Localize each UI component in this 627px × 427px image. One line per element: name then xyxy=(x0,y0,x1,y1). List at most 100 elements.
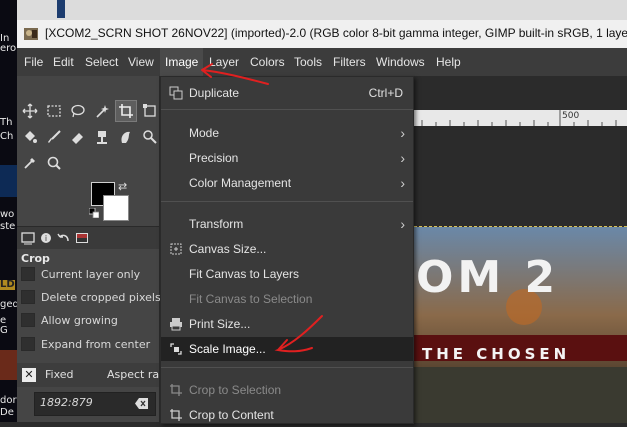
ruler-ticks xyxy=(421,110,617,126)
submenu-arrow-icon: › xyxy=(400,125,405,141)
allow-growing-label: Allow growing xyxy=(41,314,118,327)
menu-select[interactable]: Select xyxy=(80,48,123,76)
expand-from-center-checkbox[interactable]: Expand from center xyxy=(21,336,150,354)
allow-growing-checkbox[interactable]: Allow growing xyxy=(21,312,118,330)
color-picker-tool-icon[interactable] xyxy=(19,152,41,174)
desktop-text: e G xyxy=(0,315,8,336)
gimp-app-icon xyxy=(24,28,38,40)
menu-item-precision[interactable]: Precision › xyxy=(161,146,413,170)
tool-options-title: Crop xyxy=(21,252,50,265)
lasso-tool-icon[interactable] xyxy=(67,100,89,122)
menu-file[interactable]: File xyxy=(19,48,48,76)
desktop-edge: In ero Th Ch wo ste LD ged e G dor De xyxy=(0,0,17,422)
images-tab-icon[interactable] xyxy=(74,231,90,245)
rect-select-tool-icon[interactable] xyxy=(43,100,65,122)
eraser-tool-icon[interactable] xyxy=(67,126,89,148)
fixed-aspect-row: ✕ Fixed Aspect ra xyxy=(17,363,159,387)
menu-item-print-size[interactable]: Print Size... xyxy=(161,312,413,336)
title-bar[interactable]: [XCOM2_SCRN SHOT 26NOV22] (imported)-2.0… xyxy=(17,20,627,48)
desktop-text: ged xyxy=(0,299,17,310)
device-status-tab-icon[interactable]: i xyxy=(38,231,54,245)
background-color-swatch[interactable] xyxy=(103,195,129,221)
fuzzy-select-tool-icon[interactable] xyxy=(91,100,113,122)
svg-text:i: i xyxy=(45,234,47,243)
menu-tools[interactable]: Tools xyxy=(289,48,327,76)
aspect-ratio-dropdown[interactable]: Aspect ra xyxy=(107,368,159,381)
horizontal-ruler[interactable]: 500 xyxy=(412,110,627,126)
menu-layer[interactable]: Layer xyxy=(204,48,244,76)
image-subtitle-text: THE CHOSEN xyxy=(422,345,571,363)
delete-cropped-pixels-label: Delete cropped pixels xyxy=(41,291,161,304)
current-layer-only-checkbox[interactable]: Current layer only xyxy=(21,266,140,284)
menu-windows[interactable]: Windows xyxy=(371,48,430,76)
desktop-text: Th xyxy=(0,117,13,128)
zoom-tool-icon[interactable] xyxy=(43,152,65,174)
dock-tabs: i xyxy=(17,226,159,249)
desktop-icon xyxy=(0,350,17,380)
menu-item-transform[interactable]: Transform › xyxy=(161,212,413,236)
menu-item-canvas-size[interactable]: Canvas Size... xyxy=(161,237,413,261)
swap-colors-icon[interactable]: ⇄ xyxy=(118,180,127,193)
delete-cropped-pixels-checkbox[interactable]: Delete cropped pixels xyxy=(21,289,161,307)
menu-colors[interactable]: Colors xyxy=(245,48,290,76)
desktop-text: ste xyxy=(0,221,16,232)
menu-help[interactable]: Help xyxy=(431,48,466,76)
canvas-image: OM 2 THE CHOSEN xyxy=(414,226,627,423)
submenu-arrow-icon: › xyxy=(400,175,405,191)
canvas-area[interactable]: 500 OM 2 THE CHOSEN xyxy=(412,76,627,423)
desktop-text: De xyxy=(0,407,14,418)
fit-canvas-layers-label: Fit Canvas to Layers xyxy=(189,267,300,281)
desktop-icon xyxy=(0,165,17,197)
menu-view[interactable]: View xyxy=(123,48,159,76)
transform-label: Transform xyxy=(189,217,244,231)
background-window-strip xyxy=(17,0,627,20)
move-tool-icon[interactable] xyxy=(19,100,41,122)
desktop-text: wo xyxy=(0,209,15,220)
menu-item-fit-canvas-selection: Fit Canvas to Selection xyxy=(161,287,413,311)
menu-item-crop-content[interactable]: Crop to Content xyxy=(161,403,413,427)
menu-item-fit-canvas-layers[interactable]: Fit Canvas to Layers xyxy=(161,262,413,286)
duplicate-shortcut: Ctrl+D xyxy=(368,86,403,100)
printer-icon xyxy=(170,318,182,331)
current-layer-only-label: Current layer only xyxy=(41,268,141,281)
tool-options-tab-icon[interactable] xyxy=(20,231,36,245)
menu-separator xyxy=(161,201,413,202)
paintbrush-tool-icon[interactable] xyxy=(43,126,65,148)
dodge-burn-tool-icon[interactable] xyxy=(139,126,161,148)
duplicate-icon xyxy=(169,86,183,100)
bucket-fill-tool-icon[interactable] xyxy=(19,126,41,148)
menu-item-mode[interactable]: Mode › xyxy=(161,121,413,145)
smudge-tool-icon[interactable] xyxy=(115,126,137,148)
print-size-label: Print Size... xyxy=(189,317,251,331)
scale-image-icon xyxy=(170,343,182,355)
aspect-ratio-value: 1892:879 xyxy=(40,396,93,409)
desktop-text: ero xyxy=(0,43,17,54)
crop-selection-label: Crop to Selection xyxy=(189,383,282,397)
canvas-size-icon xyxy=(170,243,182,255)
menu-item-crop-selection: Crop to Selection xyxy=(161,378,413,402)
menu-item-duplicate[interactable]: Duplicate Ctrl+D xyxy=(161,81,413,105)
color-management-label: Color Management xyxy=(189,176,292,190)
menu-item-color-management[interactable]: Color Management › xyxy=(161,171,413,195)
clear-field-icon[interactable] xyxy=(135,397,149,410)
fixed-label: Fixed xyxy=(45,368,74,381)
toolbox: ⇄ i Crop Current layer only Delete cropp… xyxy=(17,76,161,422)
menu-bar: File Edit Select View Image Layer Colors… xyxy=(17,48,627,76)
scrollbar-thumb xyxy=(57,0,65,18)
unified-transform-tool-icon[interactable] xyxy=(139,100,161,122)
menu-filters[interactable]: Filters xyxy=(328,48,371,76)
submenu-arrow-icon: › xyxy=(400,216,405,232)
undo-history-tab-icon[interactable] xyxy=(56,231,72,245)
aspect-ratio-input[interactable]: 1892:879 xyxy=(34,392,156,416)
default-colors-icon[interactable] xyxy=(89,208,99,218)
fixed-toggle-checkbox[interactable]: ✕ xyxy=(22,368,36,382)
clone-tool-icon[interactable] xyxy=(91,126,113,148)
submenu-arrow-icon: › xyxy=(400,150,405,166)
crop-icon xyxy=(170,384,182,396)
scale-image-label: Scale Image... xyxy=(189,342,266,356)
menu-image[interactable]: Image xyxy=(160,48,204,76)
menu-item-scale-image[interactable]: Scale Image... xyxy=(161,337,413,361)
menu-edit[interactable]: Edit xyxy=(48,48,79,76)
crop-tool-icon[interactable] xyxy=(115,100,137,122)
mode-label: Mode xyxy=(189,126,220,140)
